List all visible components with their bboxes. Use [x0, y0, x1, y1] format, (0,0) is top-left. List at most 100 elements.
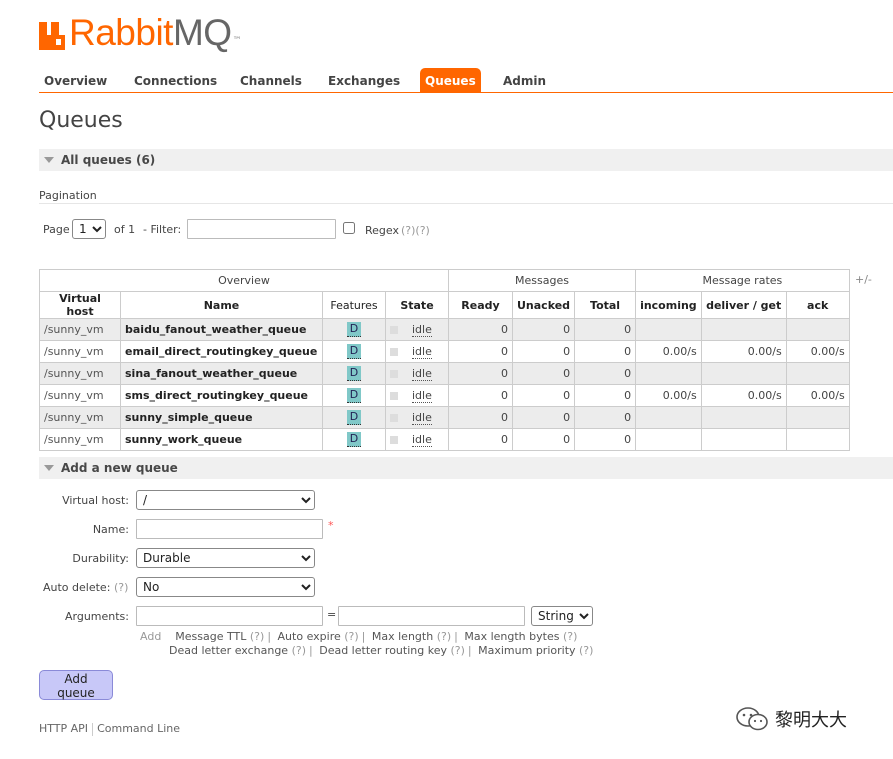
col-header-name[interactable]: Name — [120, 291, 323, 319]
collapse-triangle-icon — [44, 157, 54, 163]
cell-vhost: /sunny_vm — [39, 406, 121, 429]
arg-dead-letter-routing-key[interactable]: Dead letter routing key — [319, 644, 447, 657]
auto-delete-label: Auto delete: — [43, 581, 111, 594]
name-label: Name: — [92, 523, 129, 536]
cell-vhost: /sunny_vm — [39, 340, 121, 363]
col-header-incoming[interactable]: incoming — [635, 291, 702, 319]
state-indicator-icon — [390, 326, 398, 334]
watermark-text: 黎明大大 — [775, 710, 847, 731]
state-indicator-icon — [390, 436, 398, 444]
cell-ack-rate: 0.00/s — [785, 384, 850, 407]
filter-input[interactable] — [187, 219, 336, 239]
cell-features: D — [322, 340, 386, 363]
collapse-triangle-icon — [44, 465, 54, 471]
arg-maximum-priority[interactable]: Maximum priority — [478, 644, 575, 657]
cell-ready: 0 — [448, 362, 513, 385]
arg-max-length[interactable]: Max length — [372, 630, 433, 643]
queue-name-link[interactable]: baidu_fanout_weather_queue — [120, 318, 323, 341]
cell-ready: 0 — [448, 340, 513, 363]
cell-unacked: 0 — [511, 362, 576, 385]
queue-name-link[interactable]: sunny_simple_queue — [120, 406, 323, 429]
rabbit-logo-icon — [39, 20, 65, 50]
argument-shortcuts: Add Message TTL (?) | Auto expire (?) | Ma… — [140, 630, 593, 658]
durability-select[interactable]: Durable — [136, 548, 315, 568]
argument-value-input[interactable] — [338, 606, 525, 626]
tab-channels[interactable]: Channels — [240, 68, 302, 92]
state-label: idle — [412, 411, 432, 425]
regex-help-link[interactable]: (?)(?) — [401, 224, 430, 237]
arg-max-length-bytes[interactable]: Max length bytes — [464, 630, 559, 643]
cell-total: 0 — [574, 406, 637, 429]
help-link[interactable]: (?) — [292, 644, 306, 657]
help-link[interactable]: (?) — [250, 630, 264, 643]
table-row: /sunny_vm email_direct_routingkey_queue Di… — [39, 340, 850, 363]
tab-queues[interactable]: Queues — [420, 68, 481, 92]
pagination-label: Pagination — [39, 189, 97, 202]
all-queues-toggle[interactable]: All queues (6) — [39, 149, 893, 171]
http-api-link[interactable]: HTTP API — [39, 722, 88, 735]
table-row: /sunny_vm sunny_work_queue Didle 0 0 0 — [39, 428, 850, 451]
queue-name-link[interactable]: sunny_work_queue — [120, 428, 323, 451]
cell-deliver-rate: 0.00/s — [700, 384, 787, 407]
vhost-select[interactable]: / — [136, 490, 315, 510]
cell-ack-rate — [785, 428, 850, 451]
queue-name-link[interactable]: sina_fanout_weather_queue — [120, 362, 323, 385]
argument-type-select[interactable]: String — [531, 606, 593, 626]
help-link[interactable]: (?) — [563, 630, 577, 643]
cell-features: D — [322, 362, 386, 385]
help-link[interactable]: (?) — [579, 644, 593, 657]
durable-badge: D — [346, 322, 362, 337]
add-queue-heading: Add a new queue — [61, 461, 178, 475]
filter-label: - Filter: — [143, 223, 182, 236]
queue-name-link[interactable]: sms_direct_routingkey_queue — [120, 384, 323, 407]
state-label: idle — [412, 389, 432, 403]
help-link[interactable]: (?) — [437, 630, 451, 643]
cell-state: idle — [385, 428, 449, 451]
chat-bubble-icon — [736, 707, 768, 731]
col-header-ack[interactable]: ack — [785, 291, 850, 319]
footer-divider — [92, 722, 94, 736]
col-header-features: Features — [322, 291, 386, 319]
col-header-total[interactable]: Total — [574, 291, 637, 319]
col-header-ready[interactable]: Ready — [448, 291, 513, 319]
cell-total: 0 — [574, 362, 637, 385]
tab-overview[interactable]: Overview — [44, 68, 107, 92]
durable-badge: D — [346, 366, 362, 381]
table-row: /sunny_vm sina_fanout_weather_queue Didle 0… — [39, 362, 850, 385]
tab-exchanges[interactable]: Exchanges — [328, 68, 400, 92]
cell-deliver-rate: 0.00/s — [700, 340, 787, 363]
column-toggle-link[interactable]: +/- — [855, 273, 872, 286]
auto-delete-select[interactable]: No — [136, 577, 315, 597]
footer: HTTP API Command Line — [39, 722, 180, 736]
state-label: idle — [412, 323, 432, 337]
add-queue-toggle[interactable]: Add a new queue — [39, 457, 893, 479]
col-header-vhost[interactable]: Virtual host — [39, 291, 121, 319]
tab-connections[interactable]: Connections — [134, 68, 217, 92]
arg-message-ttl[interactable]: Message TTL — [175, 630, 246, 643]
group-header-rates: Message rates — [635, 269, 850, 292]
col-header-unacked[interactable]: Unacked — [511, 291, 576, 319]
tab-admin[interactable]: Admin — [503, 68, 546, 92]
queue-name-input[interactable] — [136, 519, 323, 539]
cell-vhost: /sunny_vm — [39, 362, 121, 385]
regex-checkbox[interactable] — [343, 222, 355, 234]
cell-vhost: /sunny_vm — [39, 428, 121, 451]
page-select[interactable]: 1 — [72, 219, 106, 239]
durable-badge: D — [346, 432, 362, 447]
arg-dead-letter-exchange[interactable]: Dead letter exchange — [169, 644, 288, 657]
col-header-state[interactable]: State — [385, 291, 449, 319]
col-header-deliver[interactable]: deliver / get — [700, 291, 787, 319]
queue-name-link[interactable]: email_direct_routingkey_queue — [120, 340, 323, 363]
table-row: /sunny_vm sms_direct_routingkey_queue Didl… — [39, 384, 850, 407]
command-line-link[interactable]: Command Line — [97, 722, 180, 735]
page-title: Queues — [39, 108, 123, 133]
help-link[interactable]: (?) — [344, 630, 358, 643]
argument-key-input[interactable] — [136, 606, 323, 626]
queues-table: Overview Messages Message rates Virtual … — [39, 269, 850, 451]
vhost-label: Virtual host: — [62, 494, 129, 507]
arg-auto-expire[interactable]: Auto expire — [278, 630, 341, 643]
auto-delete-help-link[interactable]: (?) — [114, 581, 128, 594]
add-queue-button[interactable]: Add queue — [39, 670, 113, 700]
help-link[interactable]: (?) — [450, 644, 464, 657]
cell-vhost: /sunny_vm — [39, 384, 121, 407]
